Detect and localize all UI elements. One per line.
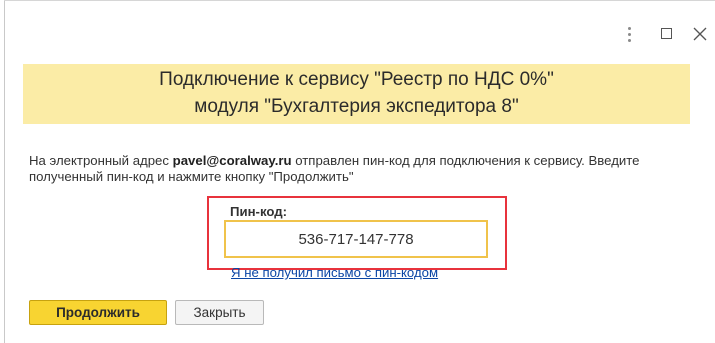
maximize-icon[interactable] [655,22,679,46]
info-text: На электронный адрес pavel@coralway.ru о… [29,153,709,185]
close-icon[interactable] [688,22,712,46]
info-text-part1: На электронный адрес [29,153,173,168]
window-controls [575,22,715,46]
window-border [4,0,5,343]
header-title-line-1: Подключение к сервису "Реестр по НДС 0%" [159,69,554,90]
email-address: pavel@coralway.ru [172,153,292,168]
dialog-window: Подключение к сервису "Реестр по НДС 0%"… [0,0,715,343]
pin-label: Пин-код: [230,204,288,219]
header-title-line-2: модуля "Бухгалтерия экспедитора 8" [194,96,519,117]
continue-button[interactable]: Продолжить [29,300,167,325]
window-border [4,0,715,1]
more-options-icon[interactable] [617,22,641,46]
close-button[interactable]: Закрыть [175,300,264,325]
pin-input[interactable] [224,220,488,258]
no-letter-link[interactable]: Я не получил письмо с пин-кодом [231,265,438,280]
header-banner: Подключение к сервису "Реестр по НДС 0%"… [23,64,690,124]
